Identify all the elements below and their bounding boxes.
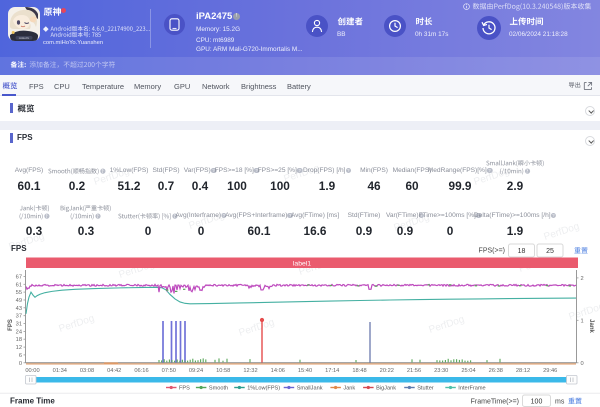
svg-text:37: 37 bbox=[16, 314, 22, 320]
svg-text:09:24: 09:24 bbox=[189, 368, 203, 374]
svg-text:03:08: 03:08 bbox=[80, 368, 94, 374]
svg-text:0: 0 bbox=[581, 361, 584, 367]
svg-text:17:14: 17:14 bbox=[325, 368, 339, 374]
svg-text:06:16: 06:16 bbox=[134, 368, 148, 374]
svg-text:23:30: 23:30 bbox=[434, 368, 448, 374]
svg-text:01:34: 01:34 bbox=[53, 368, 67, 374]
svg-text:07:50: 07:50 bbox=[162, 368, 176, 374]
svg-text:FPS: FPS bbox=[8, 319, 14, 331]
svg-text:1: 1 bbox=[581, 318, 584, 324]
svg-text:04:42: 04:42 bbox=[107, 368, 121, 374]
svg-text:43: 43 bbox=[16, 306, 22, 312]
svg-text:2: 2 bbox=[581, 276, 584, 282]
svg-text:21:56: 21:56 bbox=[407, 368, 421, 374]
svg-text:1%Low(FPS): 1%Low(FPS) bbox=[247, 386, 280, 392]
svg-text:24: 24 bbox=[16, 329, 22, 335]
svg-text:61: 61 bbox=[16, 282, 22, 288]
svg-text:6: 6 bbox=[19, 353, 22, 359]
svg-text:ms: ms bbox=[555, 399, 565, 406]
svg-text:31: 31 bbox=[16, 322, 22, 328]
svg-text:14:06: 14:06 bbox=[271, 368, 285, 374]
svg-text:49: 49 bbox=[16, 298, 22, 304]
svg-text:Smooth: Smooth bbox=[209, 386, 228, 392]
svg-text:55: 55 bbox=[16, 290, 22, 296]
svg-text:Jank: Jank bbox=[588, 319, 594, 333]
svg-text:Stutter: Stutter bbox=[417, 386, 434, 392]
svg-text:28:12: 28:12 bbox=[516, 368, 530, 374]
svg-text:29:46: 29:46 bbox=[543, 368, 557, 374]
svg-text:00:00: 00:00 bbox=[25, 368, 39, 374]
svg-text:25: 25 bbox=[546, 248, 554, 255]
svg-text:67: 67 bbox=[16, 274, 22, 280]
svg-text:FrameTime(>=): FrameTime(>=) bbox=[471, 399, 519, 406]
svg-text:FPS: FPS bbox=[179, 386, 190, 392]
svg-text:18: 18 bbox=[16, 337, 22, 343]
svg-text:25:04: 25:04 bbox=[461, 368, 475, 374]
svg-text:Frame Time: Frame Time bbox=[10, 397, 55, 406]
svg-text:SmallJank: SmallJank bbox=[297, 386, 323, 392]
svg-text:FPS: FPS bbox=[11, 244, 27, 253]
svg-text:12: 12 bbox=[16, 345, 22, 351]
svg-text:label1: label1 bbox=[293, 260, 311, 267]
svg-text:10:58: 10:58 bbox=[216, 368, 230, 374]
svg-text:InterFrame: InterFrame bbox=[458, 386, 485, 392]
svg-text:12:32: 12:32 bbox=[243, 368, 257, 374]
svg-text:100: 100 bbox=[531, 398, 543, 405]
svg-text:BigJank: BigJank bbox=[376, 386, 396, 392]
svg-text:18:48: 18:48 bbox=[352, 368, 366, 374]
svg-text:20:22: 20:22 bbox=[380, 368, 394, 374]
svg-text:18: 18 bbox=[518, 248, 526, 255]
svg-text:Jank: Jank bbox=[343, 386, 355, 392]
svg-text:26:38: 26:38 bbox=[489, 368, 503, 374]
svg-text:15:40: 15:40 bbox=[298, 368, 312, 374]
svg-text:0: 0 bbox=[19, 361, 22, 367]
svg-text:FPS(>=): FPS(>=) bbox=[479, 248, 505, 255]
